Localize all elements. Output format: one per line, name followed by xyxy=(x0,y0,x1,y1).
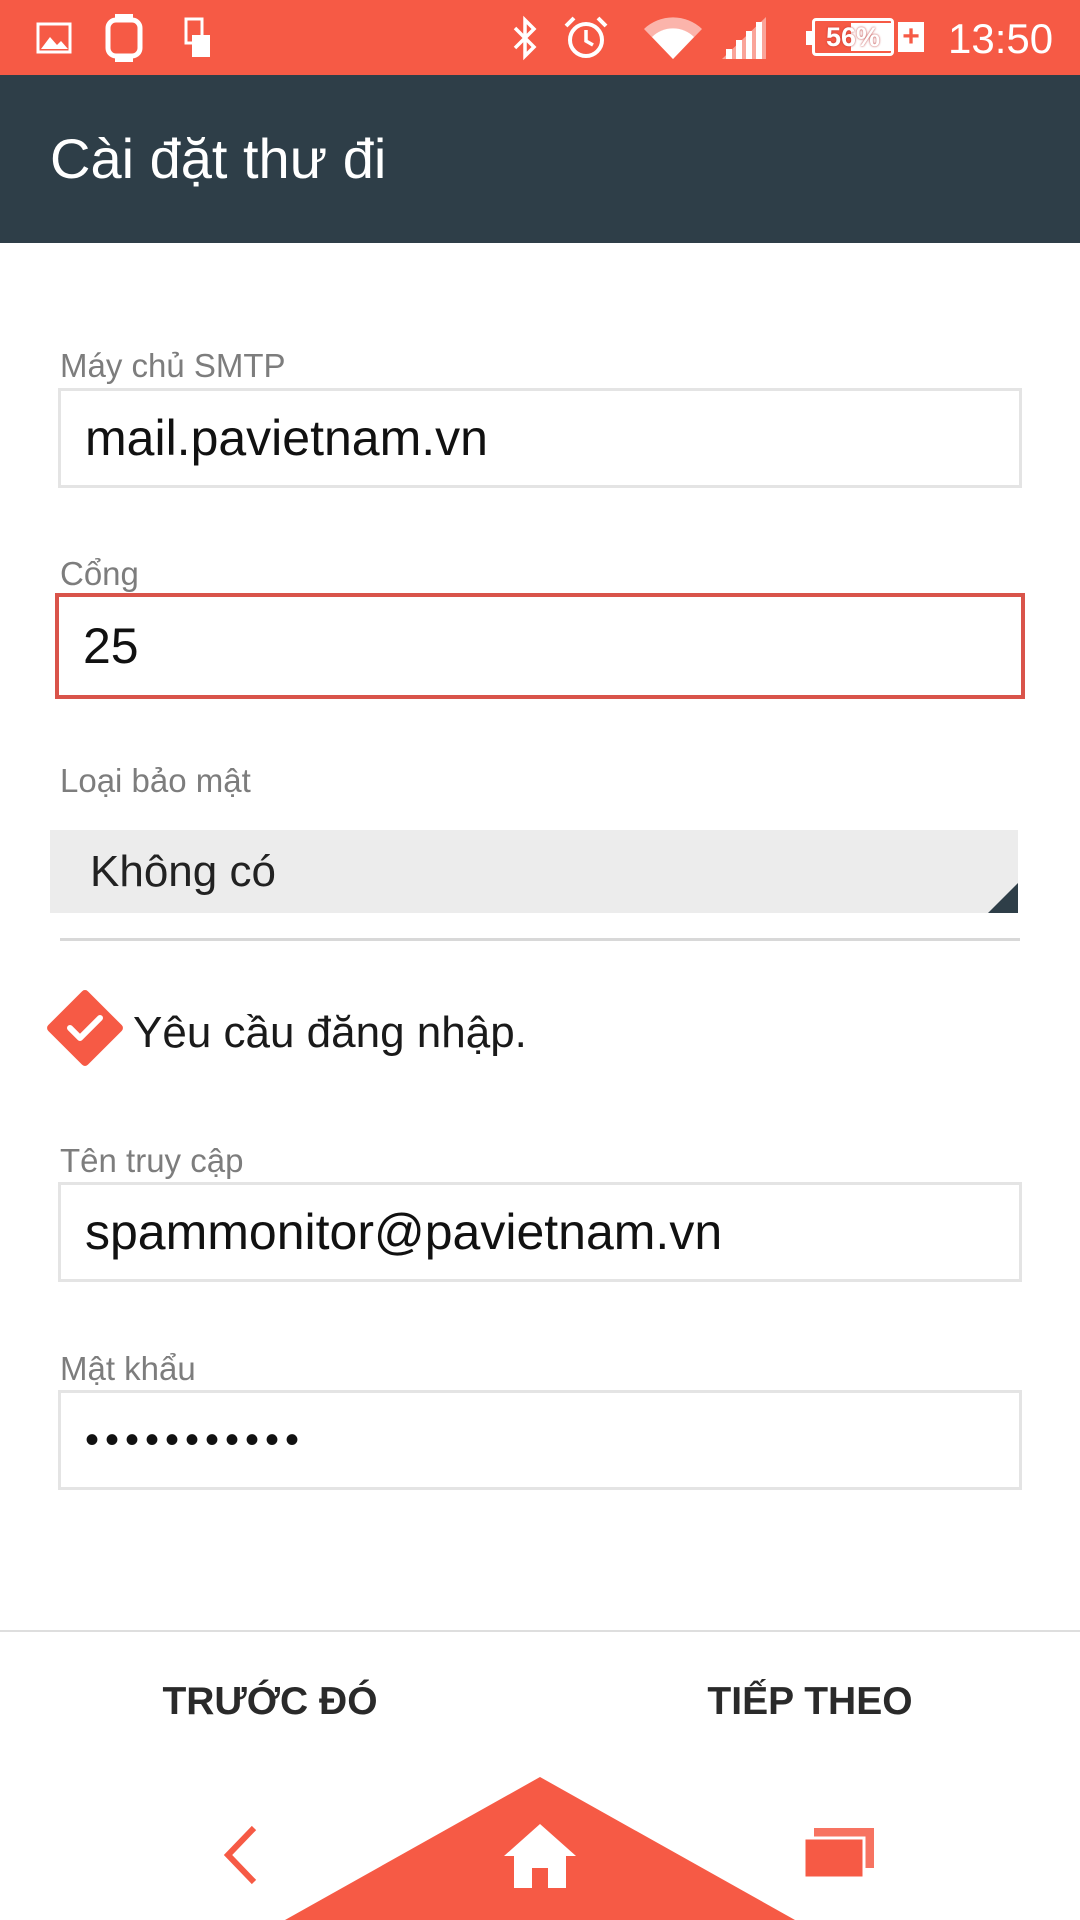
username-label: Tên truy cập xyxy=(60,1142,244,1179)
require-login-label[interactable]: Yêu cầu đăng nhập. xyxy=(133,1008,527,1058)
security-type-label: Loại bảo mật xyxy=(60,762,251,799)
wifi-icon xyxy=(644,0,702,75)
security-type-value: Không có xyxy=(90,847,276,896)
smtp-server-input[interactable]: mail.pavietnam.vn xyxy=(58,388,1022,488)
status-bar: 56% + 13:50 xyxy=(0,0,1080,75)
checkmark-icon xyxy=(67,1015,103,1041)
signal-icon xyxy=(720,0,768,75)
status-time: 13:50 xyxy=(948,15,1054,62)
bluetooth-icon xyxy=(510,0,540,75)
image-icon xyxy=(36,0,72,75)
password-input[interactable]: ••••••••••• xyxy=(58,1390,1022,1490)
navigation-bar xyxy=(0,1772,1080,1920)
page-title: Cài đặt thư đi xyxy=(50,127,387,190)
port-input[interactable]: 25 xyxy=(55,593,1025,699)
next-button[interactable]: TIẾP THEO xyxy=(540,1632,1080,1772)
battery-icon: 56% xyxy=(806,18,894,56)
alarm-icon xyxy=(563,0,609,75)
previous-button[interactable]: TRƯỚC ĐÓ xyxy=(0,1632,540,1772)
dropdown-corner-icon xyxy=(988,883,1018,913)
back-icon[interactable] xyxy=(220,1824,260,1891)
battery-percent: 56% xyxy=(825,22,881,52)
smartwatch-icon xyxy=(102,0,146,75)
app-bar: Cài đặt thư đi xyxy=(0,75,1080,243)
password-label: Mật khẩu xyxy=(60,1350,196,1387)
smtp-server-label: Máy chủ SMTP xyxy=(60,347,286,384)
home-icon[interactable] xyxy=(502,1822,578,1895)
username-input[interactable]: spammonitor@pavietnam.vn xyxy=(58,1182,1022,1282)
recent-apps-icon[interactable] xyxy=(802,1828,876,1883)
phone-device-icon xyxy=(184,0,212,75)
security-type-dropdown[interactable]: Không có xyxy=(50,830,1018,913)
charging-icon: + xyxy=(898,22,924,52)
dropdown-underline xyxy=(60,938,1020,941)
port-label: Cổng xyxy=(60,555,139,592)
